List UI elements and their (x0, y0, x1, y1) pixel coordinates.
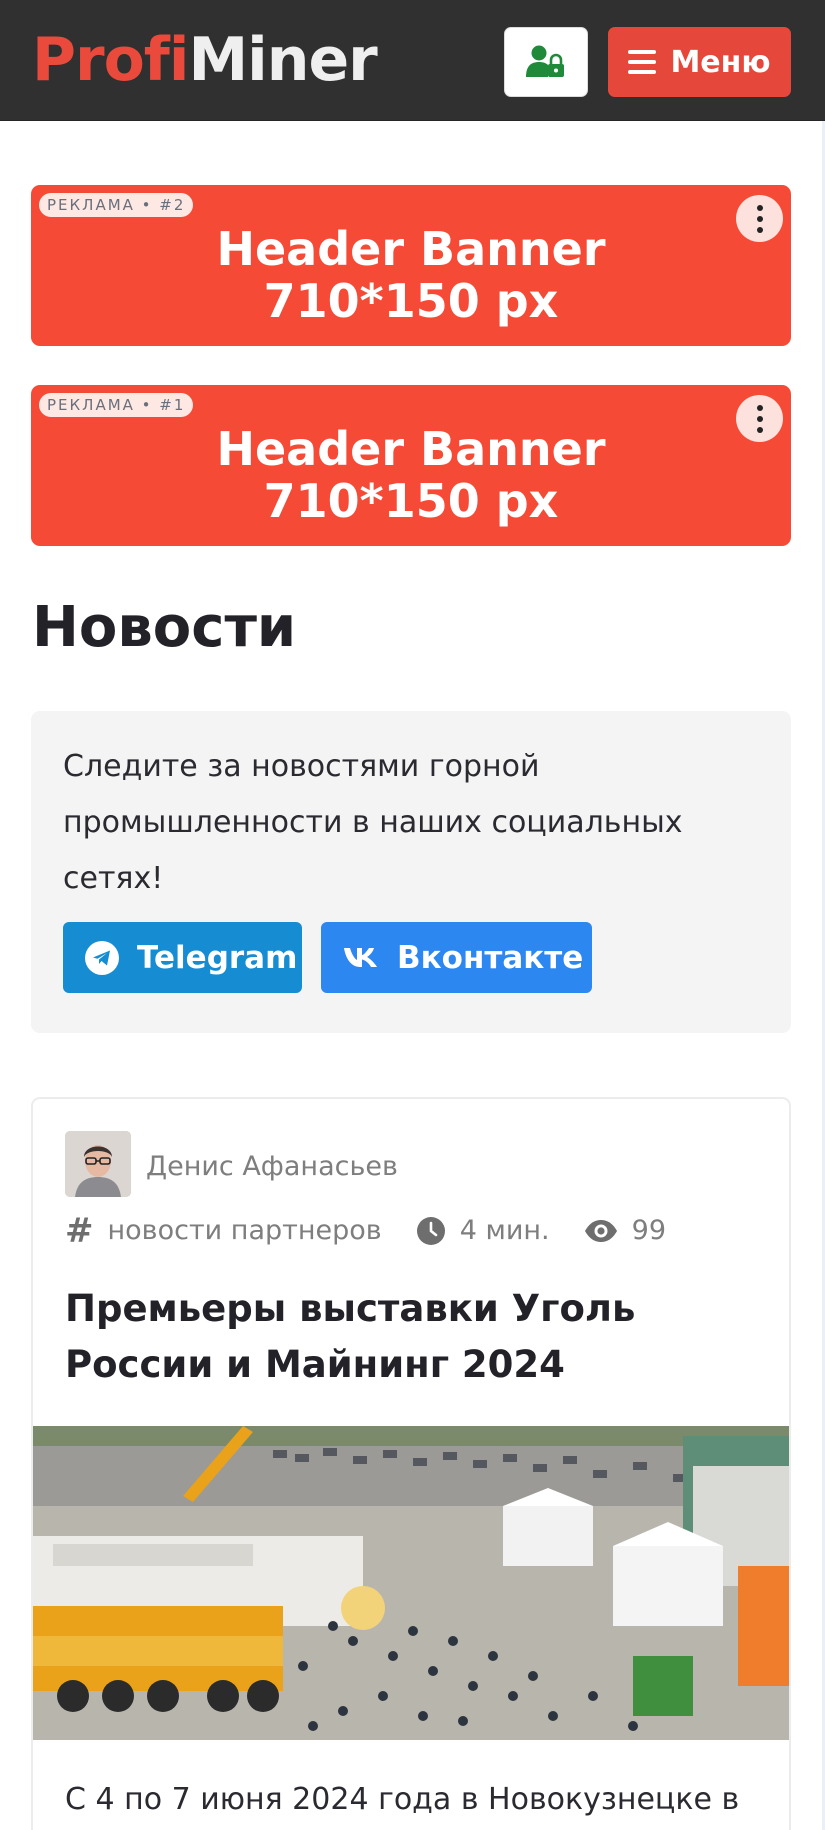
category-label: новости партнеров (107, 1215, 382, 1246)
ad-line-1: Header Banner (216, 222, 606, 276)
social-follow-box: Следите за новостями горной промышленнос… (31, 711, 791, 1033)
ad-banner-text: Header Banner 710*150 px (31, 423, 791, 527)
logo-part-miner: Miner (188, 25, 377, 95)
author-avatar[interactable] (65, 1131, 131, 1197)
article-card: Денис Афанасьев # новости партнеров 4 ми… (31, 1097, 791, 1830)
user-lock-icon (526, 45, 564, 77)
site-logo[interactable]: ProfiMiner (32, 24, 378, 96)
read-time-value: 4 мин. (459, 1215, 550, 1246)
ad-banner-2[interactable]: РЕКЛАМА • #2 Header Banner 710*150 px (31, 185, 791, 346)
telegram-button[interactable]: Telegram (63, 922, 302, 993)
view-count: 99 (584, 1215, 666, 1247)
login-button[interactable] (504, 27, 588, 97)
page-title: Новости (32, 595, 297, 660)
article-title[interactable]: Премьеры выставки Уголь России и Майнинг… (65, 1281, 765, 1393)
site-header: ProfiMiner Меню (0, 0, 825, 121)
author-name[interactable]: Денис Афанасьев (146, 1151, 398, 1183)
menu-button[interactable]: Меню (608, 27, 791, 97)
article-excerpt: С 4 по 7 июня 2024 года в Новокузнецке в (65, 1782, 740, 1817)
read-time: 4 мин. (416, 1215, 550, 1247)
ad-banner-1[interactable]: РЕКЛАМА • #1 Header Banner 710*150 px (31, 385, 791, 546)
ad-line-2: 710*150 px (263, 474, 559, 528)
ad-tag: РЕКЛАМА • #2 (39, 193, 194, 217)
telegram-label: Telegram (137, 939, 298, 976)
social-follow-text: Следите за новостями горной промышленнос… (63, 749, 683, 896)
category-link[interactable]: # новости партнеров (65, 1211, 382, 1251)
vk-label: Вконтакте (397, 939, 584, 976)
view-count-value: 99 (631, 1215, 666, 1246)
article-meta: # новости партнеров 4 мин. 99 (65, 1211, 700, 1251)
ad-banner-text: Header Banner 710*150 px (31, 223, 791, 327)
vk-button[interactable]: Вконтакте (321, 922, 592, 993)
ad-tag: РЕКЛАМА • #1 (39, 393, 194, 417)
article-image[interactable] (33, 1426, 789, 1740)
hashtag-icon: # (65, 1211, 94, 1251)
clock-icon (416, 1217, 445, 1245)
logo-part-profi: Profi (32, 25, 189, 95)
hamburger-icon (628, 50, 657, 74)
ad-line-2: 710*150 px (263, 274, 559, 328)
telegram-icon (85, 940, 119, 975)
menu-label: Меню (670, 44, 771, 80)
vk-icon (343, 940, 379, 976)
eye-icon (584, 1220, 617, 1242)
ad-line-1: Header Banner (216, 422, 606, 476)
